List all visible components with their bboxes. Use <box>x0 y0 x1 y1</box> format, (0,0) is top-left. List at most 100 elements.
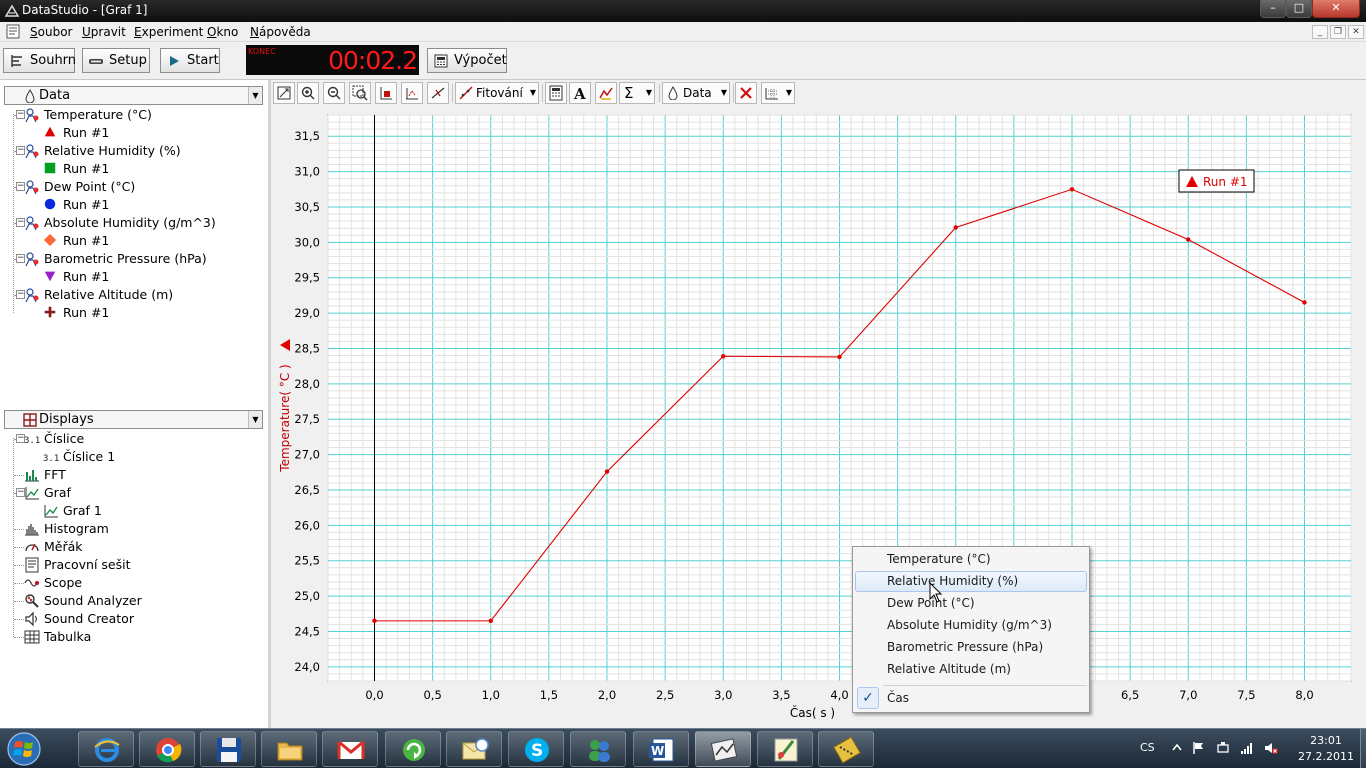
taskbar-paint[interactable] <box>757 731 813 767</box>
taskbar-gmail[interactable] <box>322 731 378 767</box>
delta-tool-button[interactable] <box>401 82 423 104</box>
chevron-down-icon[interactable]: ▼ <box>248 411 262 428</box>
menu-item-dew-point[interactable]: Dew Point (°C) <box>855 593 1087 614</box>
menu-soubor[interactable]: Soubor <box>30 25 72 39</box>
data-sensor-0[interactable]: − Temperature (°C) <box>16 106 152 124</box>
scale-to-fit-button[interactable] <box>273 82 295 104</box>
displays-panel-header[interactable]: Displays ▼ <box>4 410 263 429</box>
temperature-chart[interactable]: 0,00,51,01,52,02,53,03,54,04,55,05,56,06… <box>271 106 1366 728</box>
mdi-close-button[interactable]: ✕ <box>1348 25 1364 39</box>
menu-item-barometric-pressure[interactable]: Barometric Pressure (hPa) <box>855 637 1087 658</box>
document-icon[interactable] <box>6 24 20 39</box>
taskbar-chrome[interactable] <box>139 731 195 767</box>
display-7[interactable]: Sound Analyzer <box>25 592 142 610</box>
data-sensor-3[interactable]: − Absolute Humidity (g/m^3) <box>16 214 216 232</box>
data-sensor-5[interactable]: − Relative Altitude (m) <box>16 286 173 304</box>
calculate-button[interactable]: Výpočet <box>427 48 507 73</box>
action-center-flag-icon[interactable] <box>1192 741 1206 755</box>
close-button[interactable]: ✕ <box>1312 0 1360 18</box>
graph-settings-dropdown[interactable]: ▼ <box>761 82 795 104</box>
setup-button[interactable]: Setup <box>82 48 150 73</box>
histogram-icon <box>24 521 40 537</box>
menu-item-temperature[interactable]: Temperature (°C) <box>855 549 1087 570</box>
x-tick-label: 7,5 <box>1237 688 1255 702</box>
smart-tool-button[interactable] <box>375 82 397 104</box>
taskbar-messenger[interactable] <box>570 731 626 767</box>
data-tree: − Temperature (°C) Run #1− Relative Humidit… <box>4 106 265 406</box>
menu-item-relative-humidity[interactable]: Relative Humidity (%) <box>855 571 1087 592</box>
remove-button[interactable] <box>735 82 757 104</box>
minimize-button[interactable]: – <box>1260 0 1286 18</box>
display-0[interactable]: −3.14Číslice <box>16 430 84 448</box>
data-run-2[interactable]: Run #1 <box>44 196 109 214</box>
mdi-restore-button[interactable]: ❐ <box>1330 25 1346 39</box>
menu-napoveda[interactable]: Nápověda <box>250 25 311 39</box>
display-6[interactable]: Scope <box>24 574 82 592</box>
menu-experiment[interactable]: Experiment <box>134 25 203 39</box>
volume-muted-icon[interactable] <box>1264 741 1278 755</box>
annotation-button[interactable]: A <box>569 82 591 104</box>
menu-item-absolute-humidity[interactable]: Absolute Humidity (g/m^3) <box>855 615 1087 636</box>
menu-okno[interactable]: Okno <box>207 25 238 39</box>
data-panel-header[interactable]: Data ▼ <box>4 86 263 105</box>
zoom-select-button[interactable] <box>349 82 371 104</box>
data-run-3[interactable]: Run #1 <box>43 232 109 250</box>
prediction-button[interactable] <box>595 82 617 104</box>
show-desktop-button[interactable] <box>1360 729 1366 768</box>
menu-item-time[interactable]: Čas <box>855 688 1087 709</box>
menu-upravit-accel: U <box>82 25 91 39</box>
display-0-child[interactable]: 3.14 Číslice 1 <box>43 448 115 466</box>
data-run-4[interactable]: Run #1 <box>44 268 109 286</box>
display-9[interactable]: Tabulka <box>24 628 91 646</box>
taskbar-movie-maker[interactable] <box>818 731 874 767</box>
taskbar-word[interactable]: W <box>633 731 689 767</box>
taskbar-outlook[interactable] <box>446 731 502 767</box>
sensor-icon <box>24 143 40 159</box>
taskbar-internet-explorer[interactable] <box>78 731 134 767</box>
data-run-5[interactable]: Run #1 <box>44 304 109 322</box>
system-clock[interactable]: 23:01 27.2.2011 <box>1296 733 1356 765</box>
taskbar-refresh-app[interactable] <box>385 731 441 767</box>
display-2[interactable]: − Graf <box>16 484 71 502</box>
windows-start-icon[interactable] <box>4 731 44 767</box>
display-4[interactable]: Měřák <box>25 538 83 556</box>
taskbar-skype[interactable]: S <box>508 731 564 767</box>
taskbar-file-explorer[interactable] <box>261 731 317 767</box>
x-tick-label: 1,0 <box>482 688 500 702</box>
start-button[interactable]: Start <box>160 48 220 73</box>
menu-item-relative-altitude[interactable]: Relative Altitude (m) <box>855 659 1087 680</box>
graph-display: 0,00,51,01,52,02,53,03,54,04,55,05,56,06… <box>271 106 1366 728</box>
data-sensor-4[interactable]: − Barometric Pressure (hPa) <box>16 250 207 268</box>
data-sensor-1[interactable]: − Relative Humidity (%) <box>16 142 181 160</box>
statistics-dropdown[interactable]: Σ ▼ <box>619 82 655 104</box>
mdi-minimize-button[interactable]: _ <box>1312 25 1328 39</box>
curve-fit-dropdown[interactable]: Fitování ▼ <box>455 82 539 104</box>
taskbar-datastudio-active[interactable] <box>695 731 751 767</box>
display-2-child[interactable]: Graf 1 <box>44 502 102 520</box>
display-5[interactable]: Pracovní sešit <box>25 556 131 574</box>
display-3[interactable]: Histogram <box>25 520 109 538</box>
zoom-out-button[interactable] <box>323 82 345 104</box>
maximize-button[interactable]: □ <box>1286 0 1312 18</box>
y-tick-label: 24,0 <box>294 660 320 674</box>
calculator-button[interactable] <box>545 82 567 104</box>
device-icon[interactable] <box>1216 741 1230 755</box>
display-8[interactable]: Sound Creator <box>25 610 134 628</box>
zoom-in-button[interactable] <box>297 82 319 104</box>
network-signal-icon[interactable] <box>1240 741 1254 755</box>
data-run-1[interactable]: Run #1 <box>44 160 109 178</box>
chart-legend: Run #1 <box>1178 169 1255 193</box>
show-hidden-icons-icon[interactable] <box>1170 741 1184 755</box>
data-sensor-2[interactable]: − Dew Point (°C) <box>16 178 135 196</box>
slope-tool-button[interactable] <box>427 82 449 104</box>
triangle-up-icon <box>43 125 59 141</box>
data-dropdown[interactable]: Data ▼ <box>662 82 730 104</box>
menu-upravit[interactable]: Upravit <box>82 25 126 39</box>
data-run-0[interactable]: Run #1 <box>44 124 109 142</box>
summary-button[interactable]: Souhrn <box>3 48 76 73</box>
chevron-down-icon[interactable]: ▼ <box>248 87 262 104</box>
floppy-disk-icon <box>217 738 241 762</box>
display-1[interactable]: FFT <box>25 466 66 484</box>
taskbar-save-floppy[interactable] <box>200 731 256 767</box>
language-indicator[interactable]: CS <box>1140 741 1155 754</box>
